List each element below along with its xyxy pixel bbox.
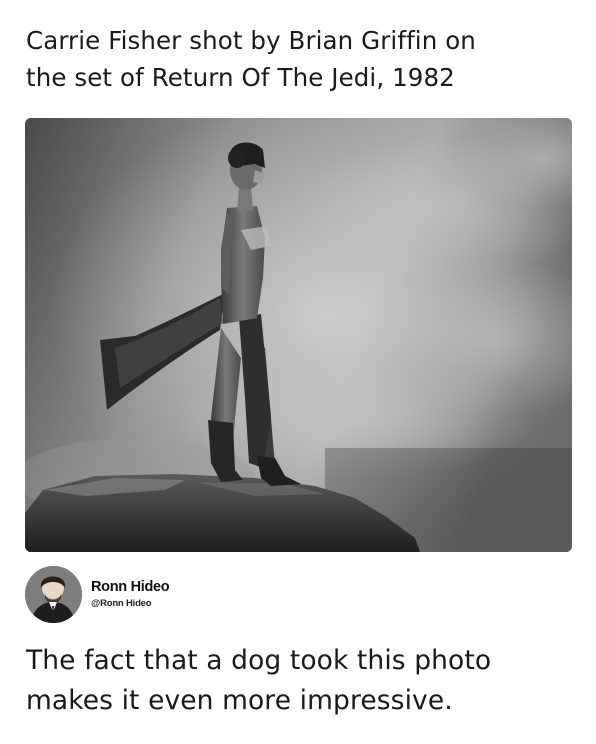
caption-line-2: the set of Return Of The Jedi, 1982 [26,63,455,92]
photo-illustration [25,118,572,552]
comment-line-1: The fact that a dog took this photo [26,645,492,676]
author-block: Ronn Hideo @Ronn Hideo [25,566,325,624]
user-avatar[interactable] [25,566,82,623]
post-caption: Carrie Fisher shot by Brian Griffin on t… [26,22,576,96]
author-handle[interactable]: @Ronn Hideo [91,598,152,609]
author-name[interactable]: Ronn Hideo [91,579,170,595]
post-photo[interactable] [25,118,572,552]
author-comment: The fact that a dog took this photo make… [26,641,586,721]
caption-line-1: Carrie Fisher shot by Brian Griffin on [26,26,476,55]
avatar-portrait-icon [25,566,82,623]
comment-line-2: makes it even more impressive. [26,685,453,716]
